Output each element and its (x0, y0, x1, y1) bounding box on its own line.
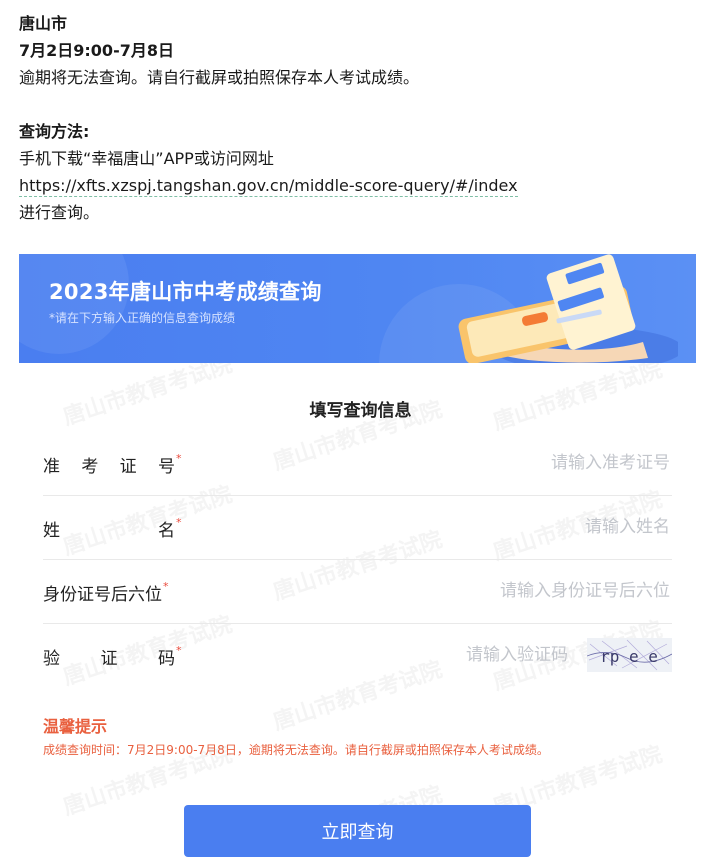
captcha-input[interactable] (306, 639, 570, 671)
name-label: 姓名* (43, 516, 182, 541)
query-url-link[interactable]: https://xfts.xzspj.tangshan.gov.cn/middl… (19, 176, 518, 197)
form-title: 填写查询信息 (309, 401, 412, 421)
query-period: 7月2日9:00-7月8日 (19, 41, 174, 60)
article-text: 唐山市 7月2日9:00-7月8日 逾期将无法查询。请自行截屏或拍照保存本人考试… (19, 10, 709, 226)
exam-number-row: 准考证号* (43, 431, 672, 496)
captcha-row: 验证码* rp e e (43, 623, 672, 687)
report-card-illustration (458, 254, 678, 363)
tips-title: 温馨提示 (43, 717, 108, 736)
captcha-label: 验证码* (43, 644, 182, 669)
method-suffix: 进行查询。 (19, 203, 100, 222)
query-banner: 2023年唐山市中考成绩查询 *请在下方输入正确的信息查询成绩 (19, 254, 696, 363)
submit-query-button[interactable]: 立即查询 (184, 805, 531, 857)
id-last-six-row: 身份证号后六位* (43, 559, 672, 624)
expiry-notice: 逾期将无法查询。请自行截屏或拍照保存本人考试成绩。 (19, 68, 420, 87)
tips-text: 成绩查询时间：7月2日9:00-7月8日，逾期将无法查询。请自行截屏或拍照保存本… (43, 743, 549, 757)
id-last-six-label: 身份证号后六位* (43, 580, 169, 605)
id-last-six-input[interactable] (368, 575, 672, 607)
banner-subtitle: *请在下方输入正确的信息查询成绩 (49, 311, 236, 325)
name-input[interactable] (368, 511, 672, 543)
city-heading: 唐山市 (19, 14, 68, 33)
method-title: 查询方法: (19, 122, 90, 141)
svg-text:rp e e: rp e e (600, 647, 658, 666)
captcha-image[interactable]: rp e e (587, 638, 672, 672)
name-row: 姓名* (43, 495, 672, 560)
banner-title: 2023年唐山市中考成绩查询 (49, 280, 322, 304)
exam-number-input[interactable] (368, 447, 672, 479)
method-line: 手机下载“幸福唐山”APP或访问网址 (19, 149, 274, 168)
exam-number-label: 准考证号* (43, 452, 182, 477)
